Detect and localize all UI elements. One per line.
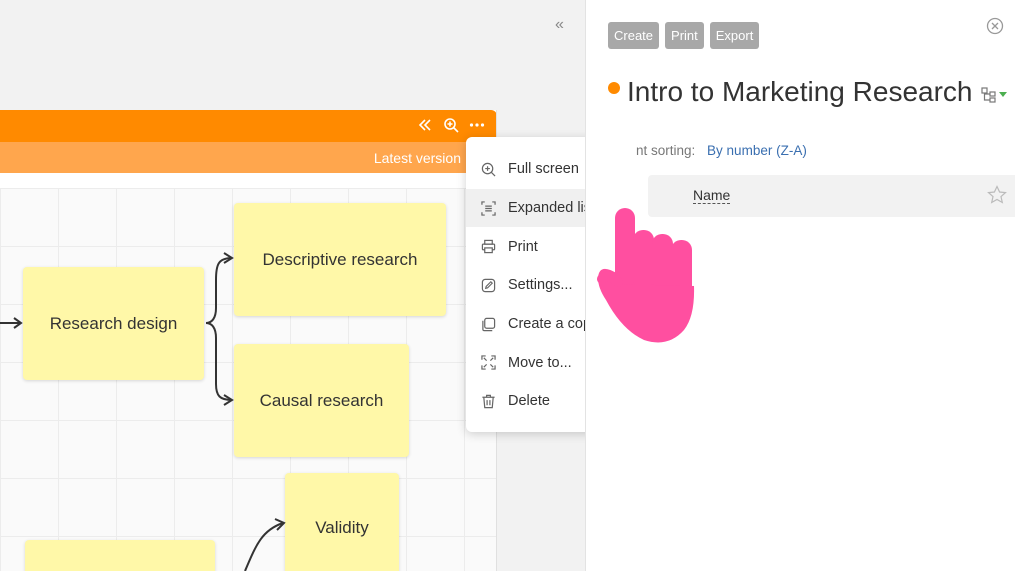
move-icon	[480, 355, 496, 371]
sorting-value-link[interactable]: By number (Z-A)	[707, 143, 807, 158]
menu-item-label: Full screen	[508, 161, 579, 178]
more-icon[interactable]	[469, 117, 485, 133]
close-icon[interactable]	[986, 17, 1004, 35]
note-partial[interactable]	[25, 540, 215, 571]
page-title: Intro to Marketing Research	[627, 76, 973, 107]
chevron-down-icon	[998, 92, 1007, 97]
note-research-design[interactable]: Research design	[23, 267, 204, 380]
zoom-icon[interactable]	[443, 117, 459, 133]
status-dot	[608, 82, 620, 94]
structure-dropdown[interactable]	[980, 86, 1007, 104]
column-header-name[interactable]: Name	[693, 188, 731, 204]
table-header: Name	[648, 175, 1015, 217]
board-subheader: Latest version	[0, 142, 496, 173]
menu-item-label: Move to...	[508, 354, 572, 371]
collapse-panel-button[interactable]: «	[555, 16, 564, 34]
board-header	[0, 110, 496, 142]
tree-structure-icon	[980, 87, 996, 103]
expanded-list-icon	[480, 200, 496, 216]
trash-icon	[480, 393, 496, 409]
title-row: Intro to Marketing Research	[608, 76, 1007, 108]
export-button[interactable]: Export	[709, 22, 760, 49]
star-icon[interactable]	[987, 185, 1007, 210]
edit-icon	[480, 277, 496, 293]
note-descriptive-research[interactable]: Descriptive research	[234, 203, 446, 316]
create-button[interactable]: Create	[608, 22, 660, 49]
sorting-label: nt sorting:	[636, 143, 696, 158]
panel-toolbar: Create Print Export	[608, 22, 760, 49]
details-panel: Create Print Export Intro to Marketing R…	[585, 0, 1024, 571]
menu-item-label: Settings...	[508, 277, 573, 294]
collapse-left-icon[interactable]	[417, 117, 433, 133]
copy-icon	[480, 316, 496, 332]
print-icon	[480, 239, 496, 255]
note-validity[interactable]: Validity	[285, 473, 399, 571]
version-label[interactable]: Latest version	[374, 150, 461, 166]
zoom-in-icon	[480, 161, 496, 177]
menu-item-label: Delete	[508, 393, 550, 410]
menu-item-label: Print	[508, 238, 538, 255]
note-causal-research[interactable]: Causal research	[234, 344, 409, 457]
print-button[interactable]: Print	[665, 22, 704, 49]
sorting-row: nt sorting: By number (Z-A)	[636, 143, 807, 158]
